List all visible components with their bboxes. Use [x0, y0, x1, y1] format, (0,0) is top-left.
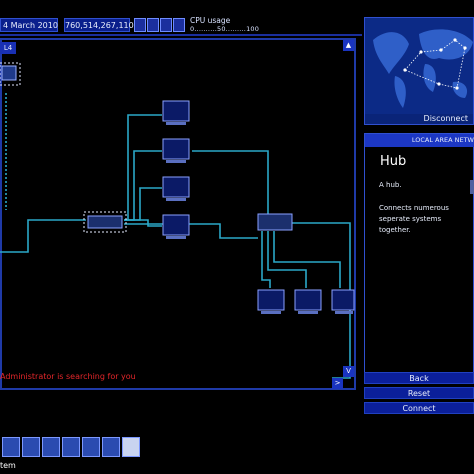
- node-type: A hub.: [379, 181, 402, 189]
- world-map[interactable]: [364, 17, 474, 125]
- gear-icon[interactable]: [82, 437, 100, 457]
- scroll-right-button[interactable]: >: [332, 378, 343, 389]
- scroll-down-button[interactable]: V: [343, 366, 354, 377]
- tools-icon[interactable]: [102, 437, 120, 457]
- balance-display: 760,514,267,110: [64, 18, 134, 32]
- toolkit-icon[interactable]: [2, 437, 20, 457]
- computer-node-2[interactable]: [162, 138, 190, 160]
- node-title: Hub: [380, 154, 407, 169]
- connect-button[interactable]: Connect: [364, 402, 474, 414]
- taskbar-label: tem: [0, 461, 16, 470]
- computer-node-6[interactable]: [294, 289, 322, 311]
- scroll-up-button[interactable]: ▲: [343, 40, 354, 51]
- computer-node-5[interactable]: [257, 289, 285, 311]
- world-map-graphic: [365, 18, 473, 114]
- pause-button[interactable]: [134, 18, 146, 32]
- play-speed-2-button[interactable]: [160, 18, 172, 32]
- back-button[interactable]: Back: [364, 372, 474, 384]
- bank-icon[interactable]: [42, 437, 60, 457]
- hub-node-2[interactable]: [257, 213, 293, 231]
- cpu-usage-scale: 0..........50.........100: [190, 25, 260, 33]
- person-icon[interactable]: [22, 437, 40, 457]
- topbar-divider: [0, 34, 362, 36]
- disconnect-button[interactable]: Disconnect: [364, 113, 474, 125]
- computer-node-4[interactable]: [162, 214, 190, 236]
- node-description: Connects numerous seperate systems toget…: [379, 204, 449, 234]
- date-display: 4 March 2010: [0, 18, 58, 32]
- panel-title: LOCAL AREA NETW: [365, 134, 474, 147]
- cpu-usage-label: CPU usage: [190, 16, 231, 25]
- node-info-panel: [364, 133, 474, 373]
- reset-button[interactable]: Reset: [364, 387, 474, 399]
- network-diagram: [0, 62, 355, 379]
- play-speed-3-button[interactable]: [173, 18, 185, 32]
- lan-id-label: L4: [0, 42, 16, 54]
- email-icon[interactable]: [62, 437, 80, 457]
- computer-node-1[interactable]: [162, 100, 190, 122]
- computer-node-7[interactable]: [331, 289, 355, 311]
- trace-warning-message: Administrator is searching for you: [0, 372, 136, 381]
- computer-node-3[interactable]: [162, 176, 190, 198]
- hub-icon: [470, 180, 474, 194]
- play-speed-1-button[interactable]: [147, 18, 159, 32]
- network-map-icon[interactable]: [122, 437, 140, 457]
